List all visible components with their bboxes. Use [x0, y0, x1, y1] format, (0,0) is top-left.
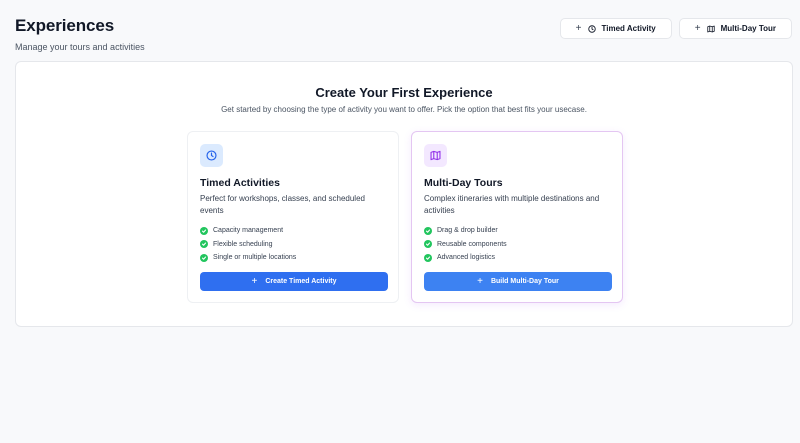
multi-day-tours-icon-tile [424, 144, 447, 167]
check-circle-icon [424, 253, 432, 262]
clock-icon [587, 24, 596, 33]
empty-state-description: Get started by choosing the type of acti… [221, 105, 587, 114]
feature-item: Capacity management [200, 224, 296, 238]
plus-icon: + [477, 275, 483, 287]
check-circle-icon [200, 240, 208, 249]
empty-state-panel: Create Your First Experience Get started… [15, 61, 793, 327]
map-icon [706, 25, 715, 32]
build-multi-day-tour-button[interactable]: + Build Multi-Day Tour [424, 272, 612, 291]
feature-label: Single or multiple locations [213, 254, 297, 262]
check-circle-icon [424, 240, 432, 249]
feature-label: Flexible scheduling [213, 240, 273, 248]
create-timed-activity-label: Create Timed Activity [265, 278, 337, 285]
feature-item: Advanced logistics [424, 251, 507, 265]
add-multi-day-tour-button[interactable]: + Multi-Day Tour [678, 18, 792, 39]
plus-icon: + [251, 275, 258, 287]
map-icon [430, 150, 441, 161]
check-circle-icon [424, 226, 432, 235]
feature-label: Advanced logistics [437, 254, 495, 262]
page-header: Experiences Manage your tours and activi… [15, 15, 145, 53]
check-circle-icon [200, 226, 208, 235]
build-multi-day-tour-label: Build Multi-Day Tour [490, 278, 559, 285]
card-title: Timed Activities [200, 177, 280, 189]
timed-activities-icon-tile [200, 144, 223, 167]
add-multi-day-tour-label: Multi-Day Tour [720, 24, 776, 33]
card-description: Perfect for workshops, classes, and sche… [200, 194, 365, 215]
timed-activities-card: Timed Activities Perfect for workshops, … [187, 131, 399, 303]
plus-icon: + [575, 22, 582, 34]
experiences-page: Experiences Manage your tours and activi… [0, 0, 800, 443]
add-timed-activity-button[interactable]: + Timed Activity [559, 18, 672, 39]
plus-icon: + [694, 22, 701, 34]
page-title: Experiences [15, 16, 115, 35]
check-circle-icon [200, 253, 208, 262]
header-actions: + Timed Activity + Multi-Day Tour [559, 18, 792, 39]
feature-item: Single or multiple locations [200, 251, 296, 265]
create-timed-activity-button[interactable]: + Create Timed Activity [200, 272, 388, 291]
multi-day-tours-card: Multi-Day Tours Complex itineraries with… [411, 131, 623, 303]
feature-label: Reusable components [437, 240, 507, 248]
clock-icon [206, 150, 217, 161]
card-title: Multi-Day Tours [424, 177, 503, 189]
page-subtitle: Manage your tours and activities [15, 42, 145, 52]
feature-item: Drag & drop builder [424, 224, 507, 238]
feature-item: Flexible scheduling [200, 238, 296, 252]
card-description: Complex itineraries with multiple destin… [424, 194, 600, 215]
feature-list: Capacity management Flexible scheduling … [200, 224, 296, 265]
feature-item: Reusable components [424, 238, 507, 252]
feature-list: Drag & drop builder Reusable components … [424, 224, 507, 265]
empty-state-heading: Create Your First Experience [315, 85, 493, 100]
add-timed-activity-label: Timed Activity [601, 24, 656, 33]
feature-label: Drag & drop builder [437, 227, 498, 235]
feature-label: Capacity management [213, 227, 284, 235]
